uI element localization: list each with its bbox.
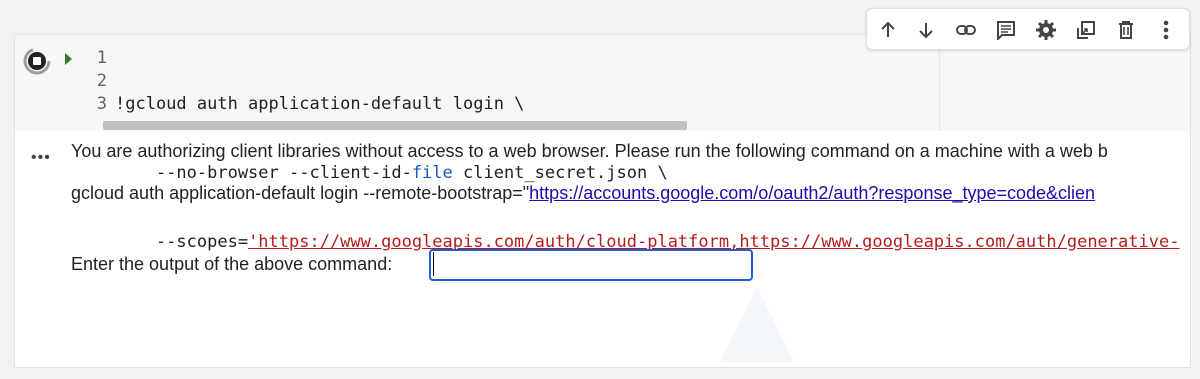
line-number: 3 [96,94,107,114]
horizontal-scrollbar[interactable] [103,121,1183,130]
cell-toolbar [866,8,1190,50]
caret-right-icon [65,53,72,65]
code-line-1: !gcloud auth application-default login \ [115,94,525,114]
comment-icon[interactable] [993,17,1019,43]
mirror-cell-icon[interactable] [1073,17,1099,43]
auth-code-input[interactable] [429,249,753,281]
trash-icon[interactable] [1113,17,1139,43]
code-cell: 1 2 3 !gcloud auth application-default l… [14,34,1191,368]
line-number: 1 [96,48,107,68]
output-message: You are authorizing client libraries wit… [71,141,1108,161]
link-icon[interactable] [953,17,979,43]
cell-output: ••• You are authorizing client libraries… [15,131,1190,367]
output-actions-icon[interactable]: ••• [31,149,51,167]
line-numbers: 1 2 3 [85,47,107,116]
line-number: 2 [96,71,107,91]
scrollbar-thumb[interactable] [103,121,687,130]
prompt-label: Enter the output of the above command: [71,254,393,274]
arrow-up-icon[interactable] [875,17,901,43]
more-vert-icon[interactable] [1153,17,1179,43]
cursor-shape [720,287,794,362]
stop-execution-button[interactable] [23,47,51,75]
text-cursor [433,252,434,276]
auth-link[interactable]: https://accounts.google.com/o/oauth2/aut… [529,183,1095,203]
output-command: gcloud auth application-default login --… [71,183,1095,204]
command-text: gcloud auth application-default login --… [71,183,530,203]
arrow-down-icon[interactable] [913,17,939,43]
gear-icon[interactable] [1033,17,1059,43]
